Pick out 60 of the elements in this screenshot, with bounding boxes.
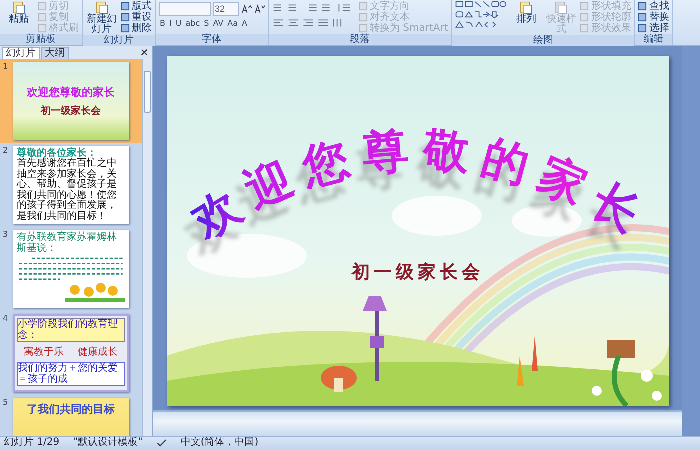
spellcheck-icon[interactable] <box>156 438 167 448</box>
group-label: 段落 <box>269 34 452 45</box>
group-label: 编辑 <box>635 34 672 45</box>
ribbon-button[interactable]: 粘贴 <box>3 1 35 25</box>
font-size-field[interactable]: 32 <box>213 2 239 16</box>
format-button[interactable]: B <box>159 19 166 29</box>
format-button[interactable]: A <box>241 19 248 29</box>
language-label: 中文(简体，中国) <box>180 437 259 449</box>
slide-item[interactable]: 2 尊敬的各位家长： 首先感谢您在百忙之中抽空来参加家长会，关心、帮助、督促孩子是我们共同的心愿！使您的孩子得到全面发展，是我们共同的目标！ <box>0 143 142 227</box>
slide-heading: 尊敬的各位家长： <box>17 148 97 159</box>
slide-subtitle: 初一级家长会 <box>352 262 484 283</box>
grow-font-icon[interactable] <box>241 4 252 14</box>
slide-body-text: 首先感谢您在百忙之中抽空来参加家长会，关心、帮助、督促孩子是我们共同的心愿！使您的孩子得到全面发展，是我们共同的目标！ <box>17 159 118 222</box>
slide-title: 欢迎您尊敬的家长 <box>182 122 660 249</box>
panel-tab[interactable]: 幻灯片 <box>2 47 40 59</box>
ribbon-button[interactable]: 重设 <box>121 12 152 23</box>
group-label: 字体 <box>156 34 268 45</box>
shrink-font-icon[interactable] <box>254 4 265 14</box>
ribbon-button[interactable]: 替换 <box>638 12 670 23</box>
slide-text: 寓教于乐 <box>24 346 64 359</box>
ribbon-button[interactable]: 版式 <box>121 1 152 12</box>
ribbon-button[interactable]: 查找 <box>638 1 670 12</box>
theme-name: "默认设计模板" <box>74 437 143 449</box>
ribbon-button[interactable]: 排列 <box>510 1 542 25</box>
format-button[interactable]: Aa <box>226 19 239 29</box>
ribbon-button[interactable]: 选择 <box>638 23 670 34</box>
format-button[interactable]: U <box>174 19 183 29</box>
slide-banner: 我们的努力＋您的关爱＝孩子的成 <box>17 362 125 386</box>
slide-number: 2 <box>3 146 10 157</box>
slide-item[interactable]: 4 小学阶段我们的教育理念： 寓教于乐 健康成长 我们的努力＋您的关爱＝孩子的成 <box>0 311 142 395</box>
slide-item[interactable]: 1 欢迎您尊敬的家长 初一级家长会 <box>0 59 142 143</box>
slide-number: 3 <box>3 230 10 241</box>
panel-tab[interactable]: 大纲 <box>41 47 69 59</box>
group-label: 绘图 <box>452 35 634 46</box>
format-button[interactable]: I <box>168 19 173 29</box>
group-label: 剪贴板 <box>0 34 82 45</box>
sunflowers-drawing <box>65 282 125 302</box>
slide-number: 1 <box>3 62 10 73</box>
slide-title: 欢迎您尊敬的家长 <box>27 84 115 100</box>
format-button[interactable]: abc <box>184 19 202 29</box>
close-icon[interactable] <box>141 49 148 56</box>
slide-item[interactable]: 5 了我们共同的目标 <box>0 395 142 436</box>
slide-counter: 幻灯片 1/29 <box>4 437 60 449</box>
slide-title: 了我们共同的目标 <box>27 402 115 417</box>
slide-item[interactable]: 3 有苏联教育家苏霍姆林斯基说： <box>0 227 142 311</box>
slide-text: 健康成长 <box>78 346 118 359</box>
slide-subtitle: 初一级家长会 <box>41 104 101 118</box>
ribbon-button[interactable]: 新建幻灯片 <box>86 1 118 35</box>
format-button[interactable]: AV <box>212 19 225 29</box>
ribbon-button[interactable]: 删除 <box>121 23 152 34</box>
slide-heading: 有苏联教育家苏霍姆林斯基说： <box>17 232 118 254</box>
slide-heading: 小学阶段我们的教育理念： <box>17 318 125 342</box>
format-button[interactable]: S <box>203 19 210 29</box>
shapes-gallery[interactable] <box>455 1 508 30</box>
font-field[interactable] <box>159 2 211 16</box>
slide-number: 5 <box>3 398 10 409</box>
scrollbar[interactable] <box>142 59 152 436</box>
slide-number: 4 <box>3 314 10 325</box>
group-label: 幻灯片 <box>83 35 155 46</box>
scrollbar[interactable] <box>682 46 700 436</box>
